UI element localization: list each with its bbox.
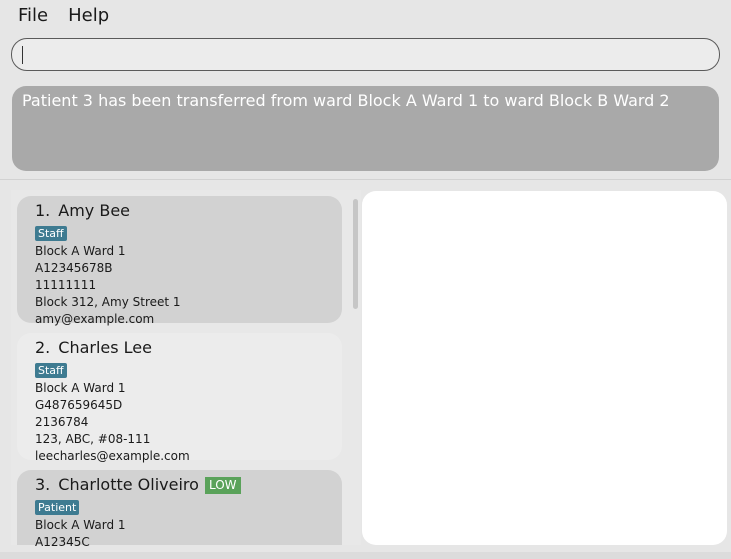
- role-tag: Staff: [35, 226, 67, 241]
- ward-field: Block A Ward 1: [35, 381, 126, 395]
- card-name: Charles Lee: [58, 338, 152, 357]
- text-caret: [22, 46, 23, 64]
- ward-field: Block A Ward 1: [35, 518, 126, 532]
- nric-field: A12345678B: [35, 261, 113, 275]
- role-tag: Patient: [35, 500, 80, 515]
- divider: [0, 179, 731, 180]
- result-message: Patient 3 has been transferred from ward…: [22, 91, 670, 110]
- person-card[interactable]: 1. Amy Bee Staff Block A Ward 1 A1234567…: [17, 196, 342, 326]
- detail-panel: [362, 191, 727, 545]
- person-card[interactable]: 2. Charles Lee Staff Block A Ward 1 G487…: [17, 333, 342, 463]
- command-input[interactable]: [24, 45, 707, 64]
- result-display: Patient 3 has been transferred from ward…: [12, 86, 719, 171]
- card-title: 2. Charles Lee: [35, 337, 324, 359]
- person-card[interactable]: 3. Charlotte Oliveiro LOW Patient Block …: [17, 470, 342, 549]
- phone-field: 11111111: [35, 278, 97, 292]
- risk-badge: LOW: [204, 476, 241, 494]
- card-index: 2.: [35, 338, 51, 357]
- command-box[interactable]: [11, 38, 720, 71]
- card-title: 3. Charlotte Oliveiro LOW: [35, 474, 324, 496]
- nric-field: A12345C: [35, 535, 90, 549]
- list-scrollbar[interactable]: [353, 199, 358, 309]
- nric-field: G487659645D: [35, 398, 123, 412]
- menu-bar: File Help: [0, 0, 731, 32]
- status-bar: [0, 552, 731, 559]
- ward-field: Block A Ward 1: [35, 244, 126, 258]
- card-index: 1.: [35, 201, 51, 220]
- email-field: amy@example.com: [35, 312, 155, 326]
- menu-file[interactable]: File: [8, 0, 58, 32]
- card-title: 1. Amy Bee: [35, 200, 324, 222]
- phone-field: 2136784: [35, 415, 89, 429]
- email-field: leecharles@example.com: [35, 449, 190, 463]
- card-index: 3.: [35, 475, 51, 494]
- card-name: Amy Bee: [58, 201, 131, 220]
- role-tag: Staff: [35, 363, 67, 378]
- address-field: 123, ABC, #08-111: [35, 432, 151, 446]
- menu-help[interactable]: Help: [58, 0, 119, 32]
- address-field: Block 312, Amy Street 1: [35, 295, 181, 309]
- card-name: Charlotte Oliveiro: [58, 475, 199, 494]
